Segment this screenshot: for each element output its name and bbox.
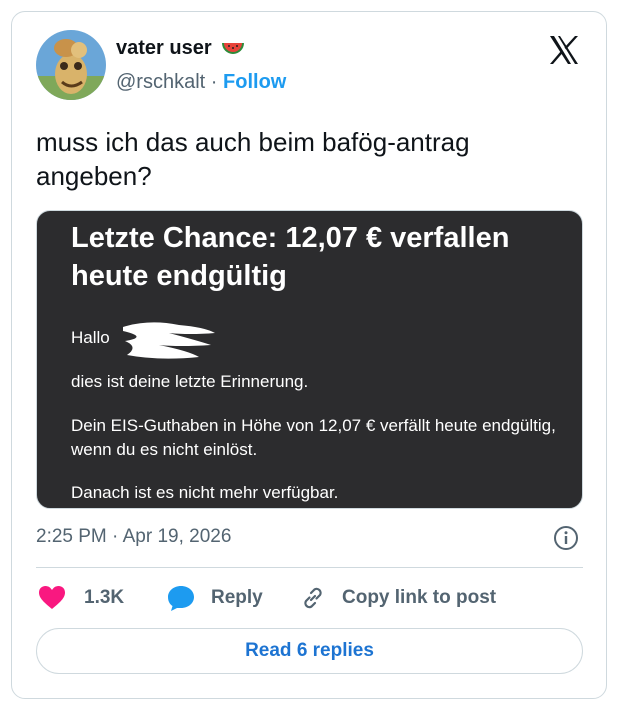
- info-icon[interactable]: [553, 525, 579, 551]
- reply-bubble-icon: [168, 586, 194, 611]
- copy-link-button[interactable]: Copy link to post: [300, 583, 496, 613]
- divider: [36, 567, 583, 568]
- heart-icon: [39, 586, 65, 609]
- user-handle[interactable]: @rschkalt: [116, 71, 205, 93]
- media-line-3: Danach ist es nicht mehr verfügbar.: [71, 483, 339, 502]
- reply-label: Reply: [211, 587, 263, 608]
- user-handle-line: @rschkalt · Follow: [116, 71, 286, 94]
- avatar[interactable]: [36, 30, 106, 100]
- tweet-text: muss ich das auch beim bafög-antrag ange…: [36, 127, 470, 191]
- display-name[interactable]: vater user: [116, 37, 212, 60]
- like-count: 1.3K: [84, 587, 125, 608]
- read-replies-button[interactable]: Read 6 replies: [36, 628, 583, 674]
- link-icon: [304, 587, 322, 609]
- x-logo-icon[interactable]: [548, 34, 580, 66]
- like-button[interactable]: 1.3K: [38, 583, 124, 613]
- handle-separator: ·: [210, 71, 218, 93]
- media-title: Letzte Chance: 12,07 € verfallen heute e…: [71, 222, 510, 292]
- redaction-scribble: [123, 322, 215, 359]
- reply-button[interactable]: Reply: [166, 583, 263, 613]
- media-line-2: Dein EIS-Guthaben in Höhe von 12,07 € ve…: [71, 416, 556, 459]
- follow-button[interactable]: Follow: [223, 71, 286, 93]
- watermelon-icon: [220, 39, 246, 59]
- tweet-media-image[interactable]: Letzte Chance: 12,07 € verfallen heute e…: [36, 210, 583, 509]
- media-line-1: dies ist deine letzte Erinnerung.: [71, 372, 309, 391]
- copy-link-label: Copy link to post: [342, 587, 497, 608]
- tweet-timestamp[interactable]: 2:25 PM · Apr 19, 2026: [36, 526, 231, 548]
